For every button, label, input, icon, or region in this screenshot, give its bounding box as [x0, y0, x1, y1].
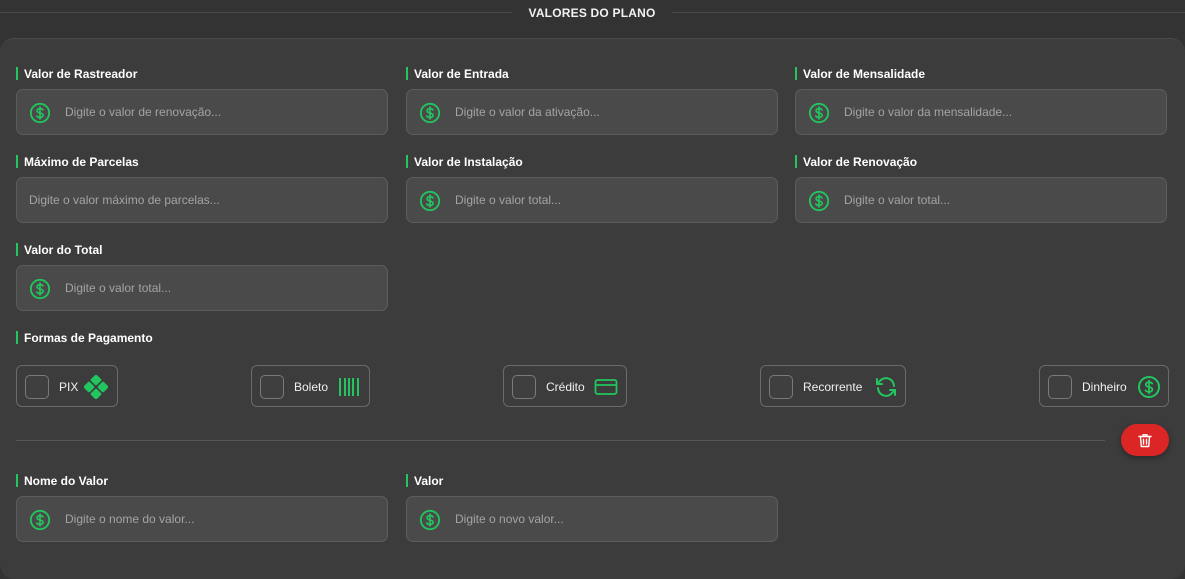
delete-value-button[interactable]: [1121, 424, 1169, 456]
rastreador-label: Valor de Rastreador: [16, 67, 137, 81]
credito-label: Crédito: [546, 380, 585, 394]
instalacao-label: Valor de Instalação: [406, 155, 523, 169]
entrada-field[interactable]: [406, 89, 778, 135]
payment-option-boleto[interactable]: Boleto: [251, 365, 370, 407]
barcode-icon: [339, 378, 359, 396]
boleto-label: Boleto: [294, 380, 329, 394]
custom-value-name-label: Nome do Valor: [16, 474, 108, 488]
header-divider-left: [0, 12, 512, 13]
custom-value-name-field[interactable]: [16, 496, 388, 542]
rastreador-input[interactable]: [65, 90, 375, 134]
pix-icon: [84, 375, 108, 399]
total-input[interactable]: [65, 266, 375, 310]
total-label: Valor do Total: [16, 243, 102, 257]
custom-value-input[interactable]: [455, 497, 765, 541]
pix-label: PIX: [59, 380, 79, 394]
section-header: VALORES DO PLANO: [0, 0, 1185, 30]
payment-option-dinheiro[interactable]: Dinheiro: [1039, 365, 1169, 407]
entrada-label: Valor de Entrada: [406, 67, 509, 81]
trash-icon: [1138, 434, 1152, 448]
payment-option-credito[interactable]: Crédito: [503, 365, 627, 407]
total-field[interactable]: [16, 265, 388, 311]
dinheiro-label: Dinheiro: [1082, 380, 1127, 394]
dollar-icon: [419, 509, 441, 531]
custom-value-name-input[interactable]: [65, 497, 375, 541]
renovacao-label: Valor de Renovação: [795, 155, 917, 169]
custom-value-label: Valor: [406, 474, 443, 488]
recorrente-checkbox[interactable]: [769, 375, 793, 399]
dollar-icon: [1138, 376, 1160, 398]
rastreador-field[interactable]: [16, 89, 388, 135]
section-divider: [16, 440, 1105, 441]
payment-option-recorrente[interactable]: Recorrente: [760, 365, 906, 407]
dollar-icon: [808, 102, 830, 124]
boleto-checkbox[interactable]: [260, 375, 284, 399]
custom-value-field[interactable]: [406, 496, 778, 542]
payment-methods-label: Formas de Pagamento: [16, 331, 153, 345]
dollar-icon: [808, 190, 830, 212]
parcelas-field[interactable]: [16, 177, 388, 223]
parcelas-label: Máximo de Parcelas: [16, 155, 139, 169]
refresh-icon: [876, 377, 896, 397]
entrada-input[interactable]: [455, 90, 765, 134]
recorrente-label: Recorrente: [803, 380, 863, 394]
instalacao-input[interactable]: [455, 178, 765, 222]
instalacao-field[interactable]: [406, 177, 778, 223]
header-divider-right: [672, 12, 1185, 13]
dollar-icon: [419, 190, 441, 212]
renovacao-field[interactable]: [795, 177, 1167, 223]
dollar-icon: [29, 278, 51, 300]
credit-card-icon: [594, 379, 618, 395]
parcelas-input[interactable]: [29, 178, 374, 222]
section-title: VALORES DO PLANO: [528, 6, 656, 20]
dollar-icon: [29, 509, 51, 531]
mensalidade-label: Valor de Mensalidade: [795, 67, 925, 81]
dollar-icon: [29, 102, 51, 124]
dollar-icon: [419, 102, 441, 124]
mensalidade-input[interactable]: [844, 90, 1154, 134]
renovacao-input[interactable]: [844, 178, 1154, 222]
pix-checkbox[interactable]: [25, 375, 49, 399]
credito-checkbox[interactable]: [512, 375, 536, 399]
mensalidade-field[interactable]: [795, 89, 1167, 135]
dinheiro-checkbox[interactable]: [1048, 375, 1072, 399]
payment-option-pix[interactable]: PIX: [16, 365, 118, 407]
